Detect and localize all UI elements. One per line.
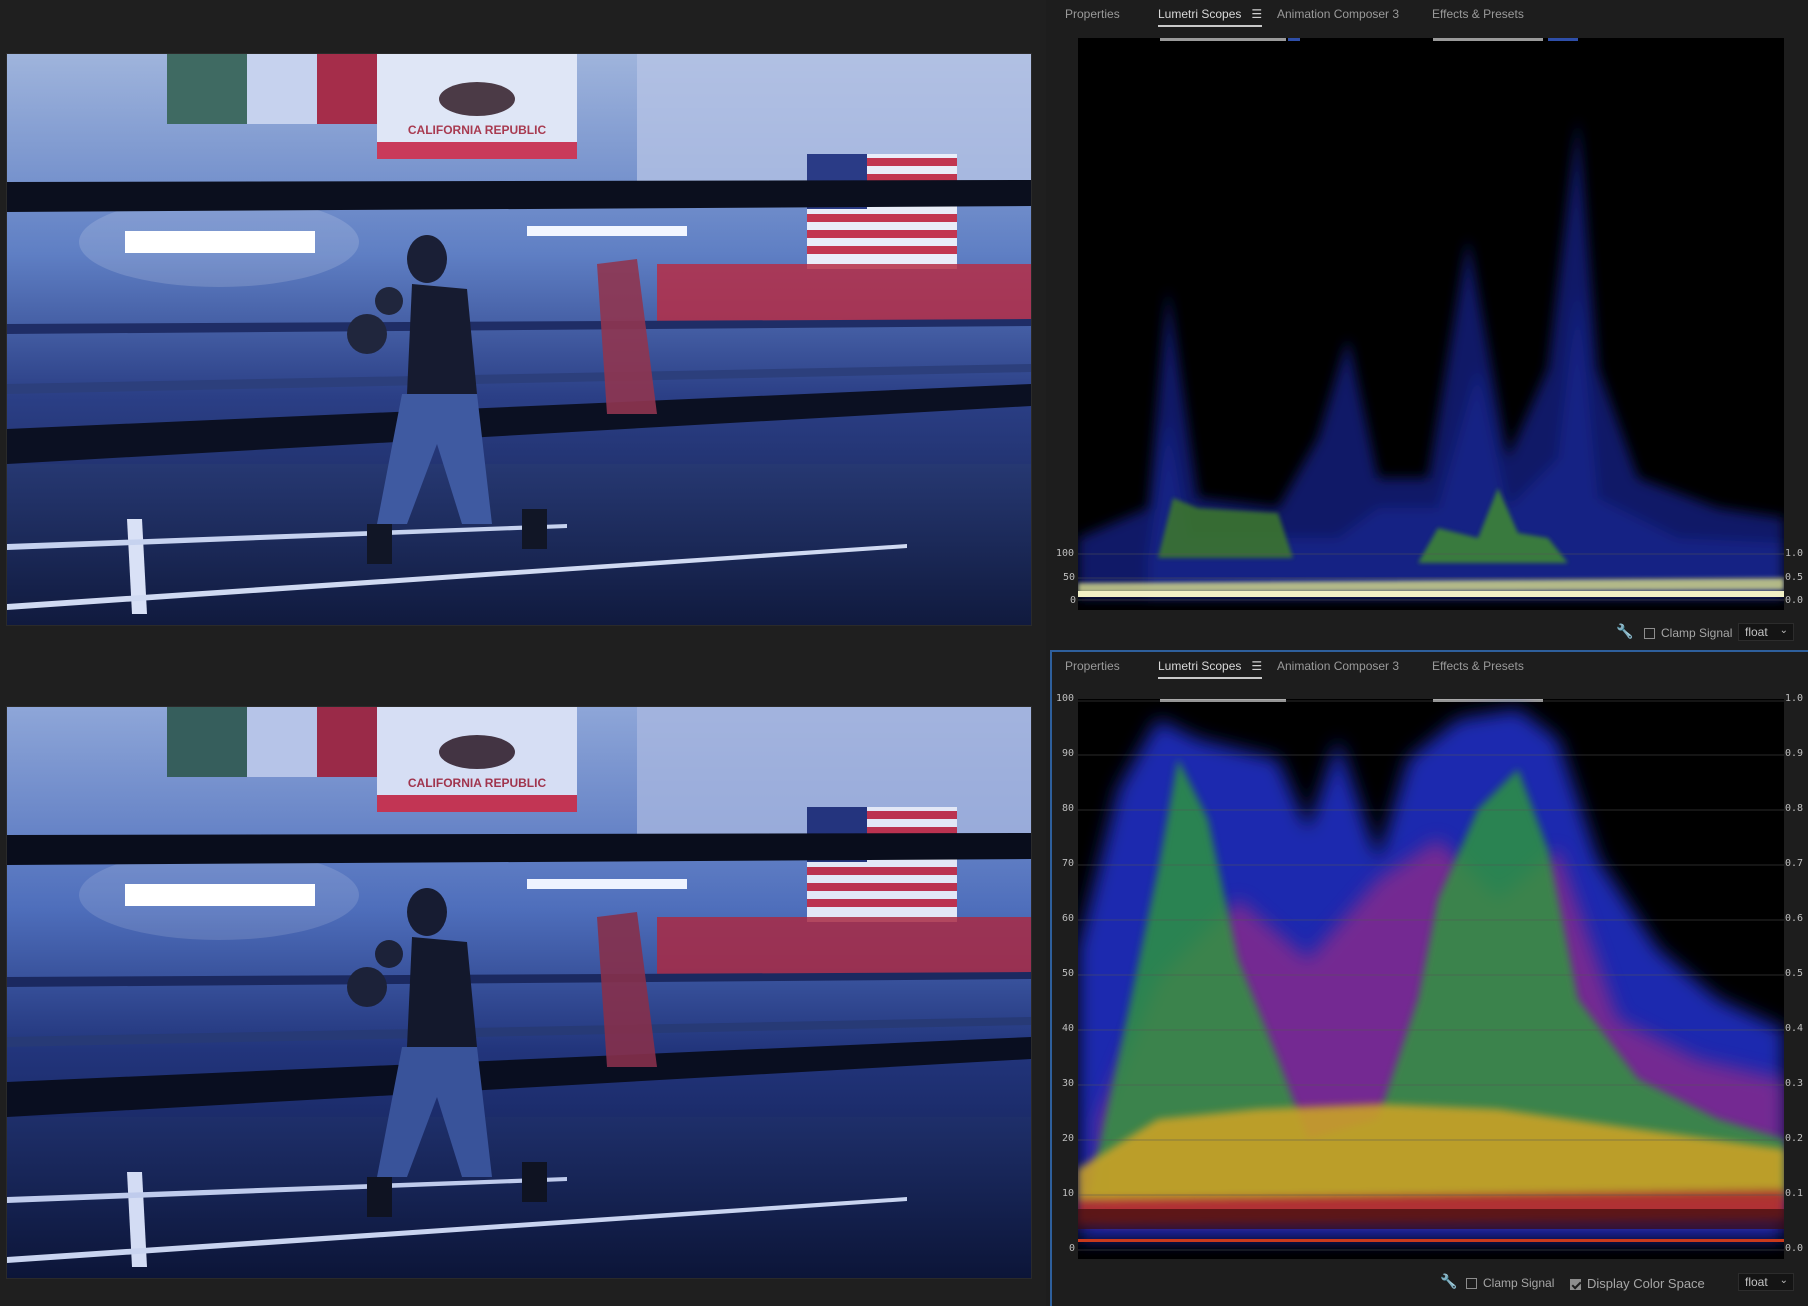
format-select[interactable]: float ⌄ (1738, 623, 1794, 641)
scale-label-left: 10 (1062, 1188, 1075, 1199)
scale-label-left: 100 (1056, 548, 1075, 559)
scale-label-left: 100 (1056, 693, 1075, 704)
format-select-value: float (1745, 1275, 1768, 1289)
tab-label: Lumetri Scopes (1158, 7, 1242, 21)
clamp-signal-checkbox[interactable] (1644, 628, 1655, 640)
scale-label-right: 1.0 (1785, 548, 1804, 559)
lumetri-scopes-panel-top: Properties Lumetri Scopes ☰ Animation Com… (1050, 0, 1808, 648)
lumetri-scopes-panel-bottom: Properties Lumetri Scopes ☰ Animation Com… (1050, 650, 1808, 1306)
scale-label-right: 1.0 (1785, 693, 1804, 704)
scale-label-left: 20 (1062, 1133, 1075, 1144)
scale-label-left: 50 (1063, 572, 1076, 583)
scale-label-left: 50 (1062, 968, 1075, 979)
clamp-signal-toggle[interactable]: Clamp Signal (1644, 626, 1732, 640)
clamp-signal-toggle[interactable]: Clamp Signal (1466, 1276, 1554, 1290)
tab-animation-composer[interactable]: Animation Composer 3 (1277, 659, 1399, 677)
display-color-space-toggle[interactable]: Display Color Space (1570, 1276, 1705, 1291)
scale-label-right: 0.6 (1785, 913, 1804, 924)
display-color-space-label: Display Color Space (1587, 1276, 1705, 1291)
waveform-trace (1078, 699, 1784, 1259)
program-monitor-column: CALIFORNIA REPUBLIC CALIFORNIA REPUBLIC (0, 0, 1046, 1306)
format-select[interactable]: float ⌄ (1738, 1273, 1794, 1291)
waveform-scope-top (1078, 38, 1784, 610)
scale-label-left: 0 (1070, 595, 1077, 606)
scale-label-right: 0.8 (1785, 803, 1804, 814)
scale-label-right: 0.0 (1785, 595, 1804, 606)
scale-label-left: 60 (1062, 913, 1075, 924)
scale-label-left: 90 (1062, 748, 1075, 759)
chevron-down-icon: ⌄ (1779, 625, 1788, 636)
chevron-down-icon: ⌄ (1779, 1275, 1788, 1286)
scope-footer-top: 🔧 Clamp Signal float ⌄ (1050, 620, 1808, 648)
video-frame-image: CALIFORNIA REPUBLIC (7, 707, 1031, 1278)
panel-tab-bar: Properties Lumetri Scopes ☰ Animation Com… (1050, 0, 1808, 30)
scale-label-right: 0.2 (1785, 1133, 1804, 1144)
scale-label-right: 0.3 (1785, 1078, 1804, 1089)
wrench-icon[interactable]: 🔧 (1440, 1273, 1457, 1290)
video-preview-graded[interactable]: CALIFORNIA REPUBLIC (6, 706, 1032, 1279)
tab-label: Lumetri Scopes (1158, 659, 1242, 673)
scale-label-right: 0.4 (1785, 1023, 1804, 1034)
tab-animation-composer[interactable]: Animation Composer 3 (1277, 7, 1399, 25)
flag-text: CALIFORNIA REPUBLIC (408, 776, 547, 790)
tab-lumetri-scopes[interactable]: Lumetri Scopes ☰ (1158, 7, 1263, 27)
waveform-scope-bottom (1078, 699, 1784, 1259)
waveform-trace (1078, 38, 1784, 610)
scale-label-right: 0.9 (1785, 748, 1804, 759)
tab-effects-presets[interactable]: Effects & Presets (1432, 7, 1524, 25)
clamp-signal-label: Clamp Signal (1661, 626, 1733, 640)
scale-label-right: 0.0 (1785, 1243, 1804, 1254)
flag-text: CALIFORNIA REPUBLIC (408, 123, 547, 137)
wrench-icon[interactable]: 🔧 (1616, 623, 1633, 640)
scale-label-left: 80 (1062, 803, 1075, 814)
panel-menu-icon[interactable]: ☰ (1251, 659, 1262, 673)
video-preview-original[interactable]: CALIFORNIA REPUBLIC (6, 53, 1032, 626)
clamp-signal-checkbox[interactable] (1466, 1278, 1477, 1290)
scale-label-right: 0.7 (1785, 858, 1804, 869)
panel-menu-icon[interactable]: ☰ (1251, 7, 1262, 21)
format-select-value: float (1745, 625, 1768, 639)
display-color-space-checkbox[interactable] (1570, 1279, 1581, 1291)
scale-label-right: 0.1 (1785, 1188, 1804, 1199)
scale-label-left: 30 (1062, 1078, 1075, 1089)
tab-properties[interactable]: Properties (1065, 7, 1120, 25)
scale-label-right: 0.5 (1785, 968, 1804, 979)
video-frame-image: CALIFORNIA REPUBLIC (7, 54, 1031, 625)
panel-tab-bar: Properties Lumetri Scopes ☰ Animation Com… (1052, 652, 1808, 682)
scale-label-left: 70 (1062, 858, 1075, 869)
clamp-signal-label: Clamp Signal (1483, 1276, 1555, 1290)
tab-properties[interactable]: Properties (1065, 659, 1120, 677)
scale-label-right: 0.5 (1785, 572, 1804, 583)
tab-lumetri-scopes[interactable]: Lumetri Scopes ☰ (1158, 659, 1263, 679)
tab-effects-presets[interactable]: Effects & Presets (1432, 659, 1524, 677)
scale-label-left: 0 (1069, 1243, 1076, 1254)
scope-footer-bottom: 🔧 Clamp Signal Display Color Space float… (1052, 1270, 1808, 1298)
scale-label-left: 40 (1062, 1023, 1075, 1034)
